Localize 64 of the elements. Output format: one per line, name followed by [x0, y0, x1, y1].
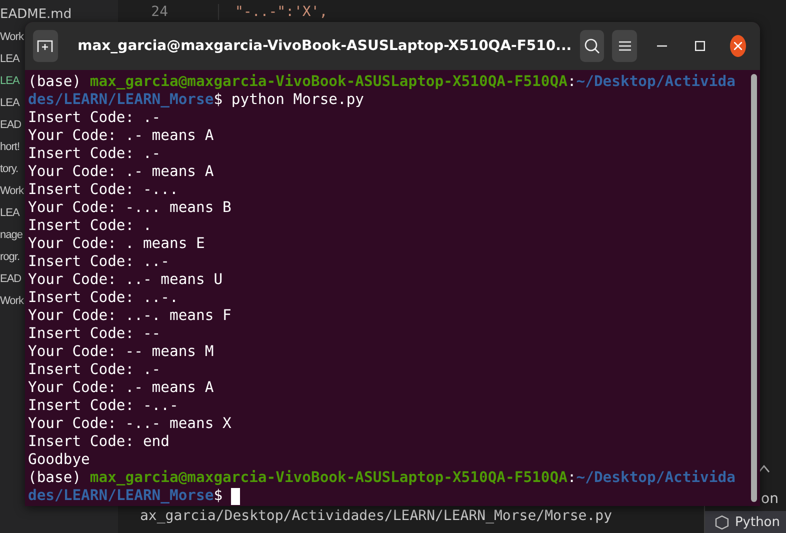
terminal-text: Insert Code: -..- — [28, 397, 178, 415]
menu-button[interactable] — [612, 30, 637, 62]
path-text: ~/Desktop/Activida — [576, 73, 736, 91]
explorer-item[interactable]: LEA — [0, 70, 20, 92]
minimize-icon — [657, 45, 668, 47]
cube-icon — [715, 514, 729, 530]
terminal-text: Your Code: .- means A — [28, 127, 214, 145]
terminal-text: Insert Code: -... — [28, 181, 178, 199]
terminal-text: Your Code: .- means A — [28, 163, 214, 181]
terminal-text: Insert Code: .- — [28, 109, 161, 127]
terminal-text: Insert Code: . — [28, 217, 152, 235]
explorer-item[interactable]: Work — [0, 290, 24, 312]
explorer-item[interactable]: rogr. — [0, 246, 20, 268]
terminal-text: Your Code: ..-. means F — [28, 307, 232, 325]
explorer-item[interactable]: Work — [0, 26, 24, 48]
close-icon — [734, 42, 742, 50]
user-host-text: max_garcia@maxgarcia-VivoBook-ASUSLaptop-X510QA-F510QA — [90, 469, 568, 487]
line-number: 24 — [118, 4, 219, 20]
explorer-item[interactable]: hort! — [0, 136, 20, 158]
path-text: ~/Desktop/Activida — [576, 469, 736, 487]
terminal-text: Your Code: -..- means X — [28, 415, 232, 433]
terminal-text: Goodbye — [28, 451, 90, 469]
terminal-text: Your Code: . means E — [28, 235, 205, 253]
terminal-text: Insert Code: -- — [28, 325, 161, 343]
code-line: "-..-":'X', — [234, 4, 328, 20]
terminal-text: Your Code: ..- means U — [28, 271, 223, 289]
terminal-panel-text: ax_garcia/Desktop/Actividades/LEARN/LEARN_Morse/Morse.py — [140, 508, 612, 524]
terminal-text: (base) — [28, 469, 82, 487]
terminal-text: Insert Code: end — [28, 433, 170, 451]
explorer-item[interactable]: LEA — [0, 48, 20, 70]
terminal-text: $ — [214, 487, 224, 505]
path-text: des/LEARN/LEARN_Morse — [28, 487, 214, 505]
terminal-text: (base) — [28, 73, 82, 91]
terminal-tab[interactable]: Python — [705, 511, 786, 533]
explorer-item[interactable]: LEA — [0, 202, 20, 224]
terminal-text: Insert Code: .- — [28, 361, 161, 379]
terminal-text: : — [567, 73, 576, 91]
side-panel-text: on — [761, 491, 780, 507]
new-tab-icon — [37, 39, 54, 53]
terminal-text: Insert Code: ..- — [28, 253, 170, 271]
explorer-item[interactable]: EADME.md — [0, 4, 72, 26]
user-host-text: max_garcia@maxgarcia-VivoBook-ASUSLaptop-X510QA-F510QA — [90, 73, 568, 91]
window-title: max_garcia@maxgarcia-VivoBook-ASUSLaptop-X510QA-F510... — [78, 38, 572, 54]
terminal-text: $ python Morse.py — [214, 91, 364, 109]
terminal-text: Insert Code: .- — [28, 145, 161, 163]
terminal-text: Insert Code: ..-. — [28, 289, 178, 307]
path-text: des/LEARN/LEARN_Morse — [28, 91, 214, 109]
new-tab-button[interactable] — [33, 30, 58, 62]
terminal-text: Your Code: -... means B — [28, 199, 232, 217]
menu-icon — [618, 41, 631, 51]
explorer-item[interactable]: nage — [0, 224, 22, 246]
terminal-text: : — [567, 469, 576, 487]
explorer-item[interactable]: tory. — [0, 158, 18, 180]
terminal-text: Your Code: -- means M — [28, 343, 214, 361]
explorer-item[interactable]: LEA — [0, 92, 20, 114]
terminal-text: Your Code: .- means A — [28, 379, 214, 397]
explorer-item[interactable]: EAD — [0, 268, 22, 290]
search-button[interactable] — [580, 30, 604, 62]
maximize-icon — [694, 41, 705, 51]
search-icon — [584, 38, 600, 54]
explorer-item[interactable]: EAD — [0, 114, 22, 136]
close-button[interactable] — [730, 35, 746, 57]
explorer-item[interactable]: Work — [0, 180, 24, 202]
scrollbar[interactable] — [751, 74, 757, 502]
